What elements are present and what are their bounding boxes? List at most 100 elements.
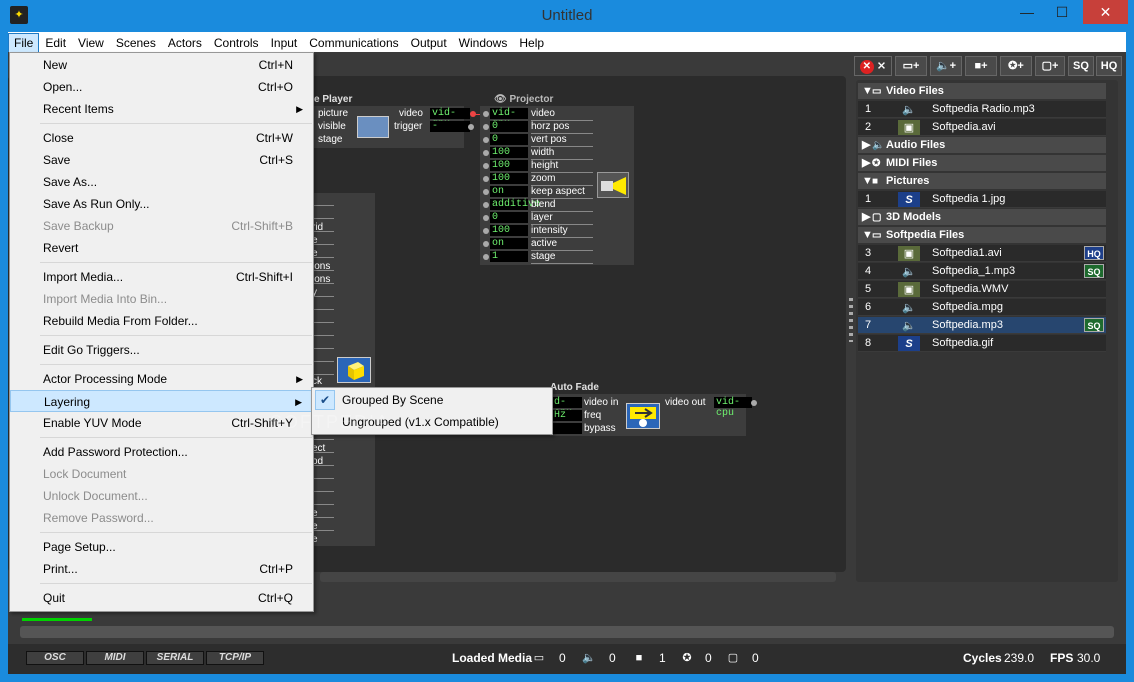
player-trigger-dot[interactable]	[468, 124, 474, 130]
menu-actors[interactable]: Actors	[162, 33, 208, 53]
file-menu-item-enable-yuv-mode[interactable]: Enable YUV Mode Ctrl-Shift+Y	[10, 412, 313, 434]
file-menu-item-rebuild-media-from-folder[interactable]: Rebuild Media From Folder...	[10, 310, 313, 332]
expanded-triangle-icon[interactable]: ▼	[862, 83, 873, 99]
category-3d-models[interactable]: ▶ ▢ 3D Models	[858, 209, 1106, 225]
hq-button[interactable]: HQ	[1096, 56, 1122, 76]
projector-input-dot[interactable]	[483, 163, 489, 169]
file-menu-item-remove-password[interactable]: Remove Password...	[10, 507, 313, 529]
autofade-video-out-dot[interactable]	[751, 400, 757, 406]
autofade-output-video[interactable]: vid-cpu	[714, 397, 752, 419]
category-audio-files[interactable]: ▶ 🔈 Audio Files	[858, 137, 1106, 153]
file-menu-item-layering[interactable]: Layering ▶	[10, 390, 313, 412]
projector-value-stage[interactable]: 1	[490, 251, 528, 262]
sq-badge[interactable]: SQ	[1084, 264, 1104, 278]
file-menu-item-new[interactable]: New Ctrl+N	[10, 54, 313, 76]
file-menu-item-revert[interactable]: Revert	[10, 237, 313, 259]
serial-button[interactable]: SERIAL	[146, 651, 204, 665]
collapsed-triangle-icon[interactable]: ▶	[862, 209, 872, 225]
add-midi-button[interactable]: ✪+	[1000, 56, 1032, 76]
expanded-triangle-icon[interactable]: ▼	[862, 227, 873, 243]
player-input-visible[interactable]: visible	[318, 121, 346, 133]
media-list-item[interactable]: 7 🔈 Softpedia.mp3 SQ	[858, 317, 1106, 334]
add-picture-button[interactable]: ■+	[965, 56, 997, 76]
file-menu-item-add-password-protection[interactable]: Add Password Protection...	[10, 441, 313, 463]
player-input-picture[interactable]: picture	[318, 108, 348, 120]
projector-value-video[interactable]: vid-gpu	[490, 108, 528, 130]
menu-communications[interactable]: Communications	[303, 33, 404, 53]
projector-input-dot[interactable]	[483, 241, 489, 247]
hq-badge[interactable]: HQ	[1084, 246, 1104, 260]
file-menu-item-actor-processing-mode[interactable]: Actor Processing Mode ▶	[10, 368, 313, 390]
file-menu-item-recent-items[interactable]: Recent Items ▶	[10, 98, 313, 120]
projector-input-dot[interactable]	[483, 124, 489, 130]
projector-value-horz-pos[interactable]: 0	[490, 121, 528, 132]
projector-value-active[interactable]: on	[490, 238, 528, 249]
projector-value-keep-aspect[interactable]: on	[490, 186, 528, 197]
file-menu-item-quit[interactable]: Quit Ctrl+Q	[10, 587, 313, 609]
menu-windows[interactable]: Windows	[453, 33, 514, 53]
projector-value-intensity[interactable]: 100	[490, 225, 528, 236]
collapsed-triangle-icon[interactable]: ▶	[862, 155, 872, 171]
menu-output[interactable]: Output	[405, 33, 453, 53]
category-pictures[interactable]: ▼■ Pictures	[858, 173, 1106, 189]
menu-scenes[interactable]: Scenes	[110, 33, 162, 53]
player-input-stage[interactable]: stage	[318, 134, 342, 146]
projector-value-vert-pos[interactable]: 0	[490, 134, 528, 145]
file-menu-item-lock-document[interactable]: Lock Document	[10, 463, 313, 485]
category-midi-files[interactable]: ▶ ✪ MIDI Files	[858, 155, 1106, 171]
timeline-bar[interactable]	[20, 626, 1114, 638]
player-output-video[interactable]: vid-gpu	[430, 108, 470, 130]
media-list-item[interactable]: 8 S Softpedia.gif	[858, 335, 1106, 352]
file-menu-item-import-media-into-bin[interactable]: Import Media Into Bin...	[10, 288, 313, 310]
collapsed-triangle-icon[interactable]: ▶	[862, 137, 872, 153]
file-menu-item-import-media[interactable]: Import Media... Ctrl-Shift+I	[10, 266, 313, 288]
projector-input-dot[interactable]	[483, 215, 489, 221]
file-menu-item-edit-go-triggers[interactable]: Edit Go Triggers...	[10, 339, 313, 361]
menu-input[interactable]: Input	[265, 33, 304, 53]
projector-input-dot[interactable]	[483, 202, 489, 208]
minimize-button[interactable]: —	[1010, 0, 1044, 24]
panel-splitter-handle[interactable]	[849, 298, 853, 342]
projector-input-dot[interactable]	[483, 228, 489, 234]
canvas-horizontal-scrollbar[interactable]	[320, 572, 836, 582]
projector-input-dot[interactable]	[483, 176, 489, 182]
media-list-item[interactable]: 5 ▣ Softpedia.WMV	[858, 281, 1106, 298]
projector-value-width[interactable]: 100	[490, 147, 528, 158]
autofade-input-freq[interactable]: Hz	[552, 410, 582, 421]
sq-button[interactable]: SQ	[1068, 56, 1094, 76]
category-video-files[interactable]: ▼▭ Video Files	[858, 83, 1106, 99]
add-audio-button[interactable]: 🔈+	[930, 56, 962, 76]
projector-input-dot[interactable]	[483, 189, 489, 195]
menu-edit[interactable]: Edit	[39, 33, 72, 53]
file-menu-item-save-as[interactable]: Save As...	[10, 171, 313, 193]
projector-input-dot[interactable]	[483, 111, 489, 117]
projector-input-dot[interactable]	[483, 137, 489, 143]
add-video-button[interactable]: ▭+	[895, 56, 927, 76]
projector-input-dot[interactable]	[483, 150, 489, 156]
file-menu-item-page-setup[interactable]: Page Setup...	[10, 536, 313, 558]
media-list-item[interactable]: 2 ▣ Softpedia.avi	[858, 119, 1106, 136]
add-3d-model-button[interactable]: ▢+	[1035, 56, 1065, 76]
expanded-triangle-icon[interactable]: ▼	[862, 173, 873, 189]
sq-badge[interactable]: SQ	[1084, 318, 1104, 332]
menu-file[interactable]: File	[8, 33, 40, 53]
menu-controls[interactable]: Controls	[208, 33, 265, 53]
projector-value-blend[interactable]: additive	[490, 199, 540, 210]
projector-value-height[interactable]: 100	[490, 160, 528, 171]
projector-value-layer[interactable]: 0	[490, 212, 528, 223]
media-list-item[interactable]: 3 ▣ Softpedia1.avi HQ	[858, 245, 1106, 262]
submenu-item-grouped-by-scene[interactable]: ✔ Grouped By Scene	[312, 389, 552, 411]
file-menu-item-save[interactable]: Save Ctrl+S	[10, 149, 313, 171]
file-menu-item-unlock-document[interactable]: Unlock Document...	[10, 485, 313, 507]
file-menu-item-open[interactable]: Open... Ctrl+O	[10, 76, 313, 98]
file-menu-item-save-backup[interactable]: Save Backup Ctrl-Shift+B	[10, 215, 313, 237]
delete-media-button[interactable]: ✕ ⨯	[854, 56, 892, 76]
projector-input-dot[interactable]	[483, 254, 489, 260]
midi-button[interactable]: MIDI	[86, 651, 144, 665]
category-softpedia-files[interactable]: ▼▭ Softpedia Files	[858, 227, 1106, 243]
close-button[interactable]: ✕	[1083, 0, 1128, 24]
projector-value-zoom[interactable]: 100	[490, 173, 528, 184]
maximize-button[interactable]: ☐	[1045, 0, 1079, 24]
media-list-item[interactable]: 1 🔈 Softpedia Radio.mp3	[858, 101, 1106, 118]
file-menu-item-print[interactable]: Print... Ctrl+P	[10, 558, 313, 580]
